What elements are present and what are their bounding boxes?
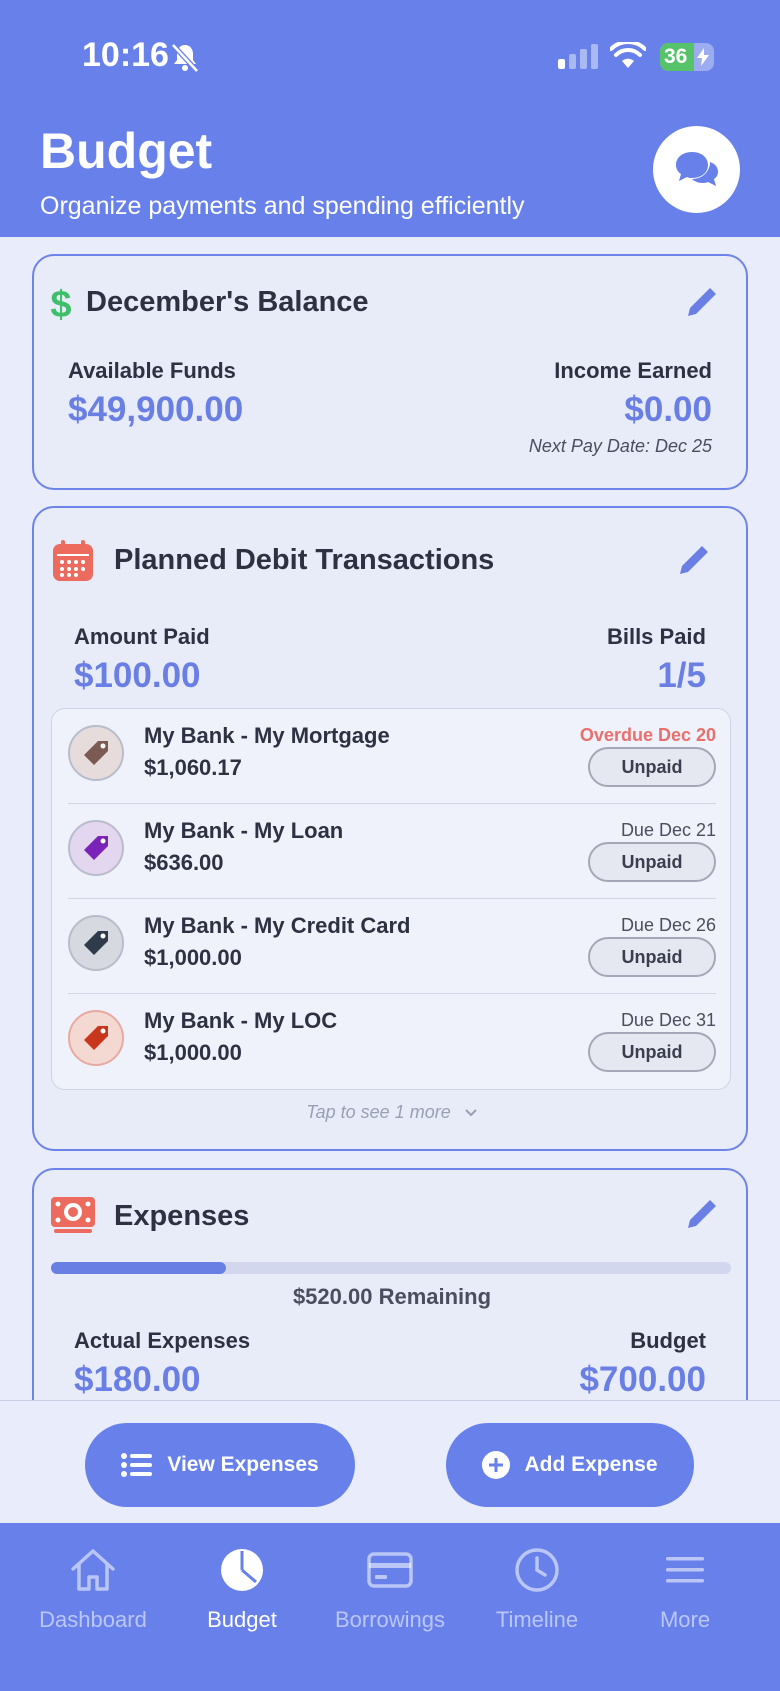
bill-tag-badge bbox=[68, 1010, 124, 1066]
app-header: 10:16 36 Budget Organize payments and sp… bbox=[0, 0, 780, 237]
chat-button[interactable] bbox=[653, 126, 740, 213]
menu-icon bbox=[666, 1557, 704, 1583]
amount-paid-label: Amount Paid bbox=[74, 624, 210, 649]
add-expense-button[interactable]: Add Expense bbox=[446, 1423, 694, 1507]
tab-borrowings[interactable]: Borrowings bbox=[315, 1545, 465, 1633]
bill-row[interactable]: My Bank - My LOC $1,000.00 Due Dec 31 Un… bbox=[52, 994, 732, 1089]
available-funds-value: $49,900.00 bbox=[68, 390, 244, 429]
bill-due-date: Overdue Dec 20 bbox=[579, 725, 716, 745]
show-more-link[interactable]: Tap to see 1 more bbox=[34, 1102, 750, 1123]
unpaid-button[interactable]: Unpaid bbox=[588, 747, 716, 787]
charging-bolt-icon bbox=[697, 48, 709, 66]
bill-due-date: Due Dec 31 bbox=[620, 1010, 716, 1030]
expenses-progress-fill bbox=[51, 1262, 226, 1274]
show-more-label: Tap to see 1 more bbox=[306, 1102, 451, 1122]
view-expenses-label: View Expenses bbox=[167, 1453, 319, 1476]
signal-icon bbox=[558, 44, 598, 69]
bill-name: My Bank - My Mortgage bbox=[144, 723, 390, 748]
next-pay-date: Next Pay Date: Dec 25 bbox=[528, 436, 712, 456]
tab-bar: Dashboard Budget Borrowings Timeline Mor… bbox=[0, 1523, 780, 1691]
pie-chart-icon bbox=[221, 1549, 263, 1591]
expenses-title: Expenses bbox=[114, 1200, 250, 1232]
amount-paid-value: $100.00 bbox=[74, 656, 201, 695]
edit-planned-icon[interactable] bbox=[676, 542, 712, 578]
unpaid-button[interactable]: Unpaid bbox=[588, 937, 716, 977]
price-tag-icon bbox=[84, 741, 108, 765]
view-expenses-button[interactable]: View Expenses bbox=[85, 1423, 355, 1507]
home-icon bbox=[71, 1549, 115, 1591]
tab-budget[interactable]: Budget bbox=[167, 1545, 317, 1633]
bill-row[interactable]: My Bank - My Loan $636.00 Due Dec 21 Unp… bbox=[52, 804, 732, 899]
list-icon bbox=[121, 1453, 153, 1477]
bill-name: My Bank - My LOC bbox=[144, 1008, 338, 1033]
balance-title: December's Balance bbox=[86, 286, 369, 318]
bills-paid-value: 1/5 bbox=[657, 656, 706, 695]
bills-list: My Bank - My Mortgage $1,060.17 Overdue … bbox=[51, 708, 731, 1090]
budget-value: $700.00 bbox=[579, 1360, 706, 1399]
bill-due-date: Due Dec 21 bbox=[620, 820, 716, 840]
chevron-down-icon bbox=[465, 1109, 477, 1117]
planned-debit-card: Planned Debit Transactions Amount Paid $… bbox=[32, 506, 748, 1151]
wifi-icon bbox=[610, 42, 646, 68]
bills-paid-label: Bills Paid bbox=[606, 624, 706, 649]
page-title: Budget bbox=[40, 123, 213, 179]
dollar-icon: $ bbox=[50, 284, 71, 323]
income-earned-value: $0.00 bbox=[624, 390, 712, 429]
budget-label: Budget bbox=[630, 1328, 706, 1353]
tab-label: Dashboard bbox=[39, 1607, 147, 1632]
tab-label: Timeline bbox=[495, 1607, 579, 1632]
actions-bar: View Expenses Add Expense bbox=[0, 1400, 780, 1523]
income-earned-label: Income Earned bbox=[554, 358, 712, 383]
price-tag-icon bbox=[84, 1026, 108, 1050]
tab-timeline[interactable]: Timeline bbox=[462, 1545, 612, 1633]
tab-label: Borrowings bbox=[334, 1607, 446, 1632]
tab-label: More bbox=[659, 1607, 711, 1632]
tab-label: Budget bbox=[207, 1607, 277, 1632]
credit-card-icon bbox=[367, 1552, 413, 1588]
bill-tag-badge bbox=[68, 725, 124, 781]
bill-amount: $1,000.00 bbox=[144, 945, 242, 970]
calendar-icon bbox=[53, 540, 93, 581]
planned-debit-title: Planned Debit Transactions bbox=[114, 544, 495, 576]
bill-tag-badge bbox=[68, 820, 124, 876]
page-subtitle: Organize payments and spending efficient… bbox=[40, 192, 525, 220]
bill-name: My Bank - My Credit Card bbox=[144, 913, 411, 938]
chat-bubbles-icon bbox=[675, 151, 718, 186]
remaining-amount: $520.00 Remaining bbox=[292, 1284, 492, 1309]
battery-level: 36 bbox=[664, 45, 688, 68]
plus-circle-icon bbox=[482, 1451, 511, 1479]
bill-amount: $636.00 bbox=[144, 850, 224, 875]
bill-row[interactable]: My Bank - My Mortgage $1,060.17 Overdue … bbox=[52, 709, 732, 804]
tab-more[interactable]: More bbox=[610, 1545, 760, 1633]
price-tag-icon bbox=[84, 836, 108, 860]
add-expense-label: Add Expense bbox=[524, 1453, 658, 1476]
actual-expenses-value: $180.00 bbox=[74, 1360, 201, 1399]
edit-expenses-icon[interactable] bbox=[684, 1196, 720, 1232]
bill-row[interactable]: My Bank - My Credit Card $1,000.00 Due D… bbox=[52, 899, 732, 994]
actual-expenses-label: Actual Expenses bbox=[74, 1328, 251, 1353]
status-time: 10:16 bbox=[82, 36, 169, 74]
clock-icon bbox=[515, 1548, 559, 1592]
tab-dashboard[interactable]: Dashboard bbox=[18, 1545, 168, 1633]
bill-amount: $1,000.00 bbox=[144, 1040, 242, 1065]
unpaid-button[interactable]: Unpaid bbox=[588, 1032, 716, 1072]
price-tag-icon bbox=[84, 931, 108, 955]
available-funds-label: Available Funds bbox=[68, 358, 236, 383]
bill-amount: $1,060.17 bbox=[144, 755, 242, 780]
balance-card: $ December's Balance Available Funds $49… bbox=[32, 254, 748, 490]
bill-name: My Bank - My Loan bbox=[144, 818, 344, 843]
cash-icon bbox=[51, 1197, 95, 1233]
bell-off-icon bbox=[171, 43, 199, 73]
expenses-progress-bar bbox=[51, 1262, 731, 1274]
edit-balance-icon[interactable] bbox=[684, 284, 720, 320]
unpaid-button[interactable]: Unpaid bbox=[588, 842, 716, 882]
svg-text:$: $ bbox=[50, 284, 71, 323]
battery-indicator: 36 bbox=[660, 43, 714, 71]
bill-tag-badge bbox=[68, 915, 124, 971]
bill-due-date: Due Dec 26 bbox=[620, 915, 716, 935]
